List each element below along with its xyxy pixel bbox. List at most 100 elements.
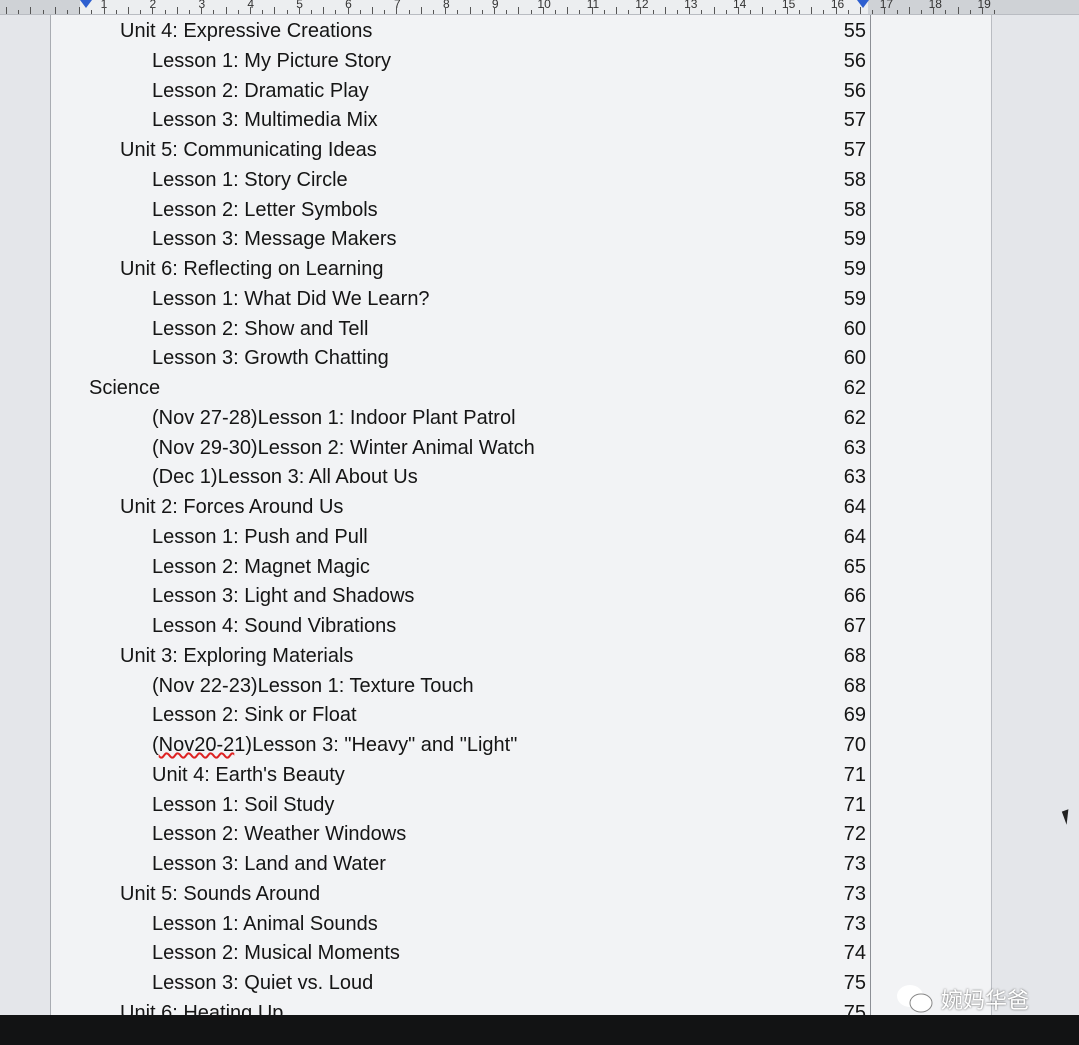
toc-entry-title[interactable]: Unit 4: Expressive Creations	[120, 20, 372, 43]
ruler-left-margin	[0, 0, 80, 14]
ruler-tick	[445, 7, 447, 14]
toc-entry-title[interactable]: Lesson 2: Show and Tell	[152, 318, 368, 341]
ruler-tick	[237, 10, 239, 14]
toc-entry[interactable]: Unit 6: Reflecting on Learning 59	[0, 258, 870, 284]
ruler-tick	[957, 7, 959, 14]
toc-entry-title[interactable]: Unit 6: Reflecting on Learning	[120, 258, 384, 281]
toc-entry-title[interactable]: Unit 3: Exploring Materials	[120, 645, 353, 668]
toc-entry[interactable]: (Dec 1)Lesson 3: All About Us 63	[0, 466, 870, 492]
toc-entry-title[interactable]: Lesson 3: Land and Water	[152, 853, 386, 876]
toc-entry-title[interactable]: (Nov20-21)Lesson 3: "Heavy" and "Light"	[152, 734, 517, 757]
ruler-label: 15	[781, 0, 796, 11]
toc-entry[interactable]: Unit 5: Communicating Ideas 57	[0, 139, 870, 165]
toc-entry-title[interactable]: Lesson 3: Message Makers	[152, 228, 397, 251]
toc-entry-page: 68	[843, 674, 866, 697]
toc-entry-title[interactable]: Lesson 4: Sound Vibrations	[152, 615, 396, 638]
ruler-tick	[591, 7, 593, 14]
toc-entry-title[interactable]: Lesson 1: Push and Pull	[152, 526, 368, 549]
toc-entry[interactable]: Lesson 1: Story Circle 58	[0, 169, 870, 195]
toc-entry[interactable]: Lesson 1: Animal Sounds 73	[0, 913, 870, 939]
ruler-label: 10	[537, 0, 551, 11]
left-indent-marker[interactable]	[80, 0, 92, 8]
toc-entry-title[interactable]: Lesson 3: Multimedia Mix	[152, 109, 378, 132]
toc-entry[interactable]: Lesson 3: Quiet vs. Loud 75	[0, 972, 870, 998]
toc-entry[interactable]: Lesson 3: Land and Water 73	[0, 853, 870, 879]
toc-entry-title[interactable]: (Dec 1)Lesson 3: All About Us	[152, 466, 418, 489]
toc-entry[interactable]: Lesson 1: My Picture Story 56	[0, 50, 870, 76]
toc-entry-title[interactable]: Lesson 1: What Did We Learn?	[152, 288, 430, 311]
toc-entry[interactable]: (Nov20-21)Lesson 3: "Heavy" and "Light" 7…	[0, 734, 870, 760]
ruler-tick	[494, 7, 495, 14]
wechat-icon	[897, 985, 933, 1013]
ruler-tick	[518, 7, 520, 14]
ruler-tick	[530, 10, 532, 14]
toc-entry-page: 72	[843, 823, 866, 846]
ruler-tick	[469, 7, 471, 14]
ruler-tick	[42, 10, 44, 14]
ruler-label: 17	[879, 0, 894, 11]
toc-entry-title[interactable]: (Nov 29-30)Lesson 2: Winter Animal Watch	[152, 437, 535, 460]
toc-entry[interactable]: Lesson 1: Soil Study 71	[0, 794, 870, 820]
toc-entry[interactable]: Lesson 2: Magnet Magic 65	[0, 556, 870, 582]
toc-entry[interactable]: (Nov 27-28)Lesson 1: Indoor Plant Patrol…	[0, 407, 870, 433]
toc-entry-title[interactable]: (Nov 22-23)Lesson 1: Texture Touch	[152, 675, 474, 698]
toc-entry-title[interactable]: Lesson 2: Dramatic Play	[152, 80, 369, 103]
toc-entry[interactable]: Lesson 1: What Did We Learn? 59	[0, 288, 870, 314]
toc-entry-title[interactable]: Lesson 2: Sink or Float	[152, 704, 357, 727]
toc-entry-title[interactable]: Lesson 2: Letter Symbols	[152, 199, 378, 222]
toc-entry-title[interactable]: Unit 2: Forces Around Us	[120, 496, 343, 519]
right-indent-marker[interactable]	[857, 0, 869, 8]
ruler-tick	[481, 10, 483, 14]
toc-entry-title[interactable]: Lesson 2: Weather Windows	[152, 823, 406, 846]
toc-entry-title[interactable]: Lesson 1: Animal Sounds	[152, 913, 378, 936]
toc-entry[interactable]: Science 62	[0, 377, 870, 403]
toc-entry[interactable]: Unit 2: Forces Around Us 64	[0, 496, 870, 522]
toc-entry[interactable]: Lesson 4: Sound Vibrations 67	[0, 615, 870, 641]
toc-entry-title[interactable]: Lesson 3: Light and Shadows	[152, 585, 414, 608]
toc-entry-title[interactable]: Lesson 2: Musical Moments	[152, 942, 400, 965]
toc-entry-title[interactable]: Unit 5: Sounds Around	[120, 883, 320, 906]
ruler-tick	[847, 10, 849, 14]
toc-entry[interactable]: Unit 4: Expressive Creations 55	[0, 20, 870, 46]
toc-entry[interactable]: (Nov 29-30)Lesson 2: Winter Animal Watch…	[0, 437, 870, 463]
toc-entry-title[interactable]: Unit 5: Communicating Ideas	[120, 139, 377, 162]
toc-entry[interactable]: (Nov 22-23)Lesson 1: Texture Touch 68	[0, 675, 870, 701]
toc-entry-title[interactable]: Unit 4: Earth's Beauty	[152, 764, 345, 787]
screen-bezel	[0, 1015, 1079, 1045]
toc-entry-title[interactable]: (Nov 27-28)Lesson 1: Indoor Plant Patrol	[152, 407, 516, 430]
toc-entry[interactable]: Unit 5: Sounds Around 73	[0, 883, 870, 909]
toc-entry-page: 64	[843, 496, 866, 518]
toc-entry[interactable]: Lesson 2: Weather Windows 72	[0, 823, 870, 849]
ruler-tick	[79, 7, 81, 14]
toc-entry-title[interactable]: Lesson 1: Soil Study	[152, 794, 334, 817]
toc-entry[interactable]: Lesson 2: Sink or Float 69	[0, 704, 870, 730]
toc-entry-title[interactable]: Lesson 3: Quiet vs. Loud	[152, 972, 373, 995]
ruler-label: 13	[684, 0, 698, 11]
toc-entry[interactable]: Lesson 2: Show and Tell 60	[0, 318, 870, 344]
toc-entry-title[interactable]: Lesson 3: Growth Chatting	[152, 347, 389, 370]
toc-entry[interactable]: Lesson 3: Multimedia Mix 57	[0, 109, 870, 135]
ruler-tick	[860, 7, 861, 14]
toc-entry-page: 59	[843, 228, 866, 251]
mouse-cursor-icon	[1061, 809, 1074, 825]
horizontal-ruler[interactable]: 1 2 3 4 5 6 7 8 9 10 11 12 13 14 15 16 17 18 19	[0, 0, 1079, 15]
ruler-tick	[152, 7, 154, 14]
toc-entry[interactable]: Lesson 1: Push and Pull 64	[0, 526, 870, 552]
ruler-tick	[542, 7, 544, 14]
ruler-tick	[91, 10, 93, 14]
toc-entry-title[interactable]: Lesson 1: Story Circle	[152, 169, 348, 192]
toc-entry[interactable]: Lesson 2: Musical Moments 74	[0, 942, 870, 968]
toc-entry-title[interactable]: Science	[89, 377, 160, 400]
toc-entry[interactable]: Lesson 2: Dramatic Play 56	[0, 80, 870, 106]
toc-entry[interactable]: Lesson 3: Message Makers 59	[0, 228, 870, 254]
toc-entry[interactable]: Lesson 3: Growth Chatting 60	[0, 347, 870, 373]
toc-entry-page: 56	[843, 49, 866, 72]
toc-entry-title[interactable]: Lesson 1: My Picture Story	[152, 50, 391, 73]
toc-entry-title[interactable]: Lesson 2: Magnet Magic	[152, 556, 370, 579]
toc-entry[interactable]: Unit 3: Exploring Materials 68	[0, 645, 870, 671]
toc-entry[interactable]: Lesson 3: Light and Shadows 66	[0, 585, 870, 611]
toc-entry[interactable]: Lesson 2: Letter Symbols 58	[0, 199, 870, 225]
ruler-tick	[921, 10, 922, 14]
toc-entry[interactable]: Unit 4: Earth's Beauty 71	[0, 764, 870, 790]
ruler-tick	[420, 7, 422, 14]
